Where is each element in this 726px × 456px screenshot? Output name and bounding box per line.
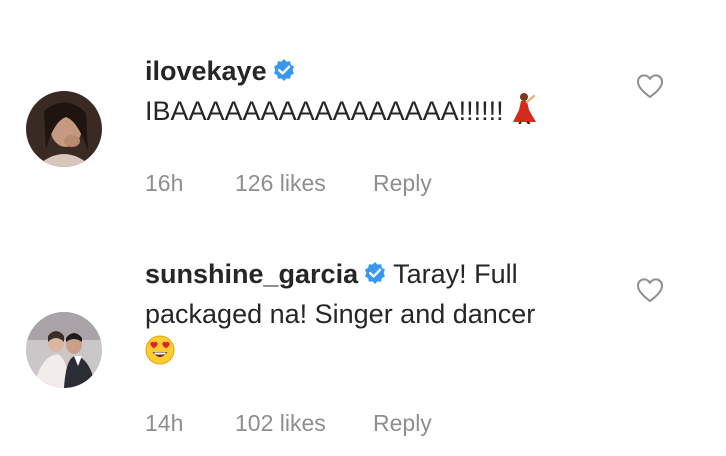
verified-badge-icon <box>272 54 296 92</box>
comment-meta: 16h 126 likes Reply <box>145 170 475 200</box>
reply-button[interactable]: Reply <box>373 170 432 197</box>
comment-username[interactable]: sunshine_garcia <box>145 259 358 289</box>
dancer-emoji-icon <box>511 92 537 134</box>
comment-emoji-line <box>145 333 615 375</box>
comment-first-line: ilovekaye <box>145 52 615 92</box>
comment-item: sunshine_garcia Taray! Full packaged na! … <box>0 220 726 456</box>
comment-text-line-1: Taray! Full <box>393 259 518 289</box>
comment-time[interactable]: 16h <box>145 170 183 197</box>
comment-username[interactable]: ilovekaye <box>145 56 267 86</box>
reply-button[interactable]: Reply <box>373 410 432 437</box>
avatar[interactable] <box>26 91 102 167</box>
avatar[interactable] <box>26 312 102 388</box>
heart-eyes-emoji-icon <box>145 335 175 375</box>
comment-meta: 14h 102 likes Reply <box>145 410 475 440</box>
like-heart-icon[interactable] <box>636 277 664 308</box>
comment-time[interactable]: 14h <box>145 410 183 437</box>
like-heart-icon[interactable] <box>636 73 664 104</box>
comment-text-line: IBAAAAAAAAAAAAAAAA!!!!!! <box>145 92 615 134</box>
comment-likes[interactable]: 102 likes <box>235 410 326 437</box>
verified-badge-icon <box>363 257 387 295</box>
comment-likes[interactable]: 126 likes <box>235 170 326 197</box>
comment-first-line: sunshine_garcia Taray! Full <box>145 255 615 295</box>
comment-text: IBAAAAAAAAAAAAAAAA!!!!!! <box>145 96 504 126</box>
comment-item: ilovekaye IBAAAAAAAAAAAAAAAA!!!!!! 16h 1… <box>0 0 726 220</box>
comment-text-line-2: packaged na! Singer and dancer <box>145 299 536 329</box>
